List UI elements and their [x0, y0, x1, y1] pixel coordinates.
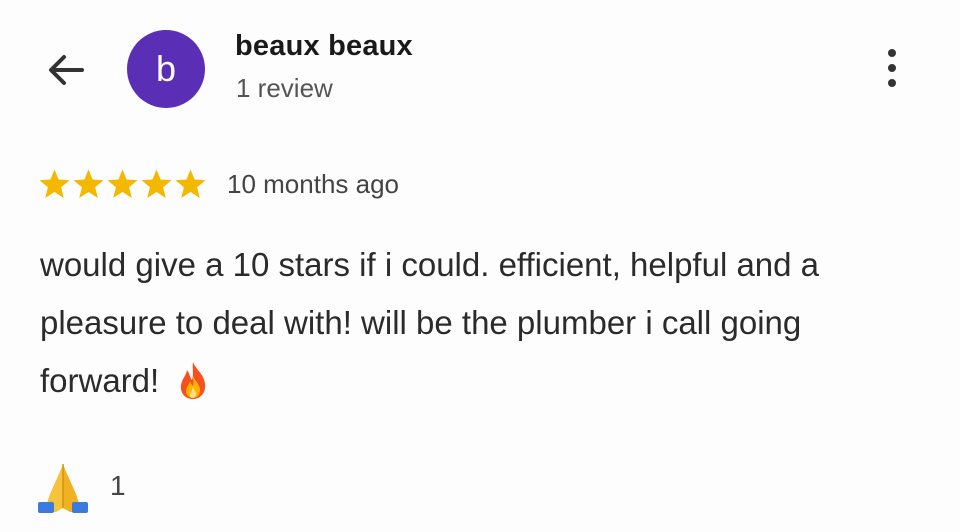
reviewer-review-count: 1 review — [236, 73, 333, 103]
avatar[interactable]: b — [127, 30, 205, 108]
avatar-letter: b — [155, 48, 177, 89]
more-options-button[interactable] — [870, 44, 914, 92]
review-page: b beaux beaux 1 review 10 months ago wou… — [0, 0, 960, 532]
star-icon — [175, 169, 206, 198]
review-header: b beaux beaux 1 review — [0, 0, 960, 130]
star-icon — [107, 169, 138, 198]
reviewer-name[interactable]: beaux beaux — [235, 30, 413, 63]
review-date: 10 months ago — [227, 168, 400, 199]
fire-emoji-icon — [181, 362, 206, 399]
star-icon — [73, 169, 104, 198]
arrow-left-icon — [49, 55, 84, 85]
reaction-button[interactable]: 1 — [34, 458, 126, 514]
star-rating — [38, 168, 207, 201]
folded-hands-icon — [38, 464, 88, 513]
star-icon — [39, 169, 70, 198]
reaction-count: 1 — [110, 470, 126, 501]
star-icon — [141, 169, 172, 198]
rating-row: 10 months ago — [38, 164, 399, 204]
review-body: would give a 10 stars if i could. effici… — [40, 236, 920, 410]
more-vert-icon — [888, 49, 896, 57]
back-button[interactable] — [40, 44, 92, 96]
review-text: would give a 10 stars if i could. effici… — [40, 246, 820, 399]
